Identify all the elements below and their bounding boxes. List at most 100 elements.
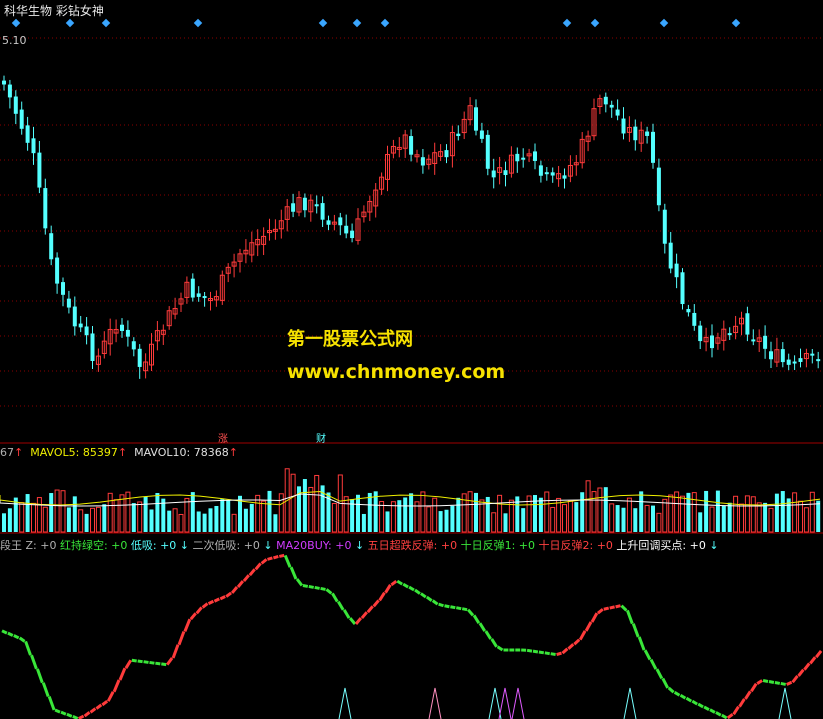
candle-down[interactable] [302,197,307,211]
volume-bar[interactable] [72,496,77,532]
volume-bar[interactable] [698,512,703,532]
candle-down[interactable] [621,118,626,134]
volume-bar[interactable] [90,507,95,533]
volume-bar[interactable] [521,508,526,532]
volume-bar[interactable] [816,500,821,532]
candle-down[interactable] [125,329,130,337]
volume-bar[interactable] [178,513,184,533]
candle-down[interactable] [550,172,555,176]
candle-down[interactable] [49,233,54,260]
signal-marker[interactable] [352,18,362,28]
candle-down[interactable] [680,272,685,305]
volume-bar[interactable] [19,502,25,533]
candle-down[interactable] [456,133,461,137]
volume-bar[interactable] [591,491,597,533]
volume-bar[interactable] [574,502,579,532]
volume-bar[interactable] [403,497,408,532]
event-finance-badge[interactable]: 财 [316,430,326,445]
event-rise-badge[interactable]: 涨 [218,430,228,445]
volume-bar[interactable] [385,511,390,532]
volume-bar[interactable] [149,509,154,532]
candle-down[interactable] [798,358,803,362]
volume-bar[interactable] [409,493,414,532]
volume-bar[interactable] [95,506,101,533]
volume-bar[interactable] [66,507,71,532]
candle-down[interactable] [533,151,537,161]
candle-down[interactable] [137,348,142,367]
volume-bar[interactable] [798,500,803,533]
candle-down[interactable] [656,167,661,206]
volume-bar[interactable] [709,506,715,533]
candle-down[interactable] [19,109,24,129]
volume-bar[interactable] [143,496,148,532]
volume-bar[interactable] [544,491,550,533]
volume-bar[interactable] [314,474,320,533]
candle-down[interactable] [344,225,349,234]
volume-bar[interactable] [107,492,113,533]
volume-bar[interactable] [102,504,107,532]
candle-down[interactable] [61,282,65,295]
candle-down[interactable] [751,339,756,342]
volume-bar[interactable] [615,505,620,532]
candle-down[interactable] [420,157,425,166]
candle-down[interactable] [474,107,478,131]
candle-down[interactable] [2,80,6,85]
volume-bar[interactable] [750,496,756,533]
volume-bar[interactable] [450,505,455,532]
candle-down[interactable] [479,130,484,139]
signal-marker[interactable] [731,18,741,28]
candle-down[interactable] [314,204,319,207]
signal-marker[interactable] [562,18,572,28]
volume-bar[interactable] [809,491,815,533]
candle-down[interactable] [202,296,207,299]
volume-bar[interactable] [768,507,774,533]
volume-bar[interactable] [780,491,785,532]
volume-bar[interactable] [367,492,372,532]
candle-down[interactable] [674,263,679,278]
volume-bar[interactable] [739,503,744,533]
volume-bar[interactable] [84,513,89,532]
volume-bar[interactable] [42,506,48,533]
volume-bar[interactable] [54,489,60,533]
candle-down[interactable] [686,309,691,313]
volume-bar[interactable] [343,496,349,533]
volume-bar[interactable] [662,498,668,533]
volume-bar[interactable] [497,494,503,533]
volume-bar[interactable] [744,495,750,533]
volume-bar[interactable] [137,501,143,533]
volume-bar[interactable] [763,502,768,532]
volume-bars[interactable] [0,468,821,533]
candle-down[interactable] [515,153,520,162]
volume-bar[interactable] [2,513,6,532]
candle-down[interactable] [190,278,195,298]
volume-bar[interactable] [243,508,248,532]
signal-marker[interactable] [65,18,75,28]
candle-down[interactable] [43,188,48,229]
volume-bar[interactable] [273,514,278,532]
volume-bar[interactable] [36,497,42,533]
volume-bar[interactable] [113,499,119,533]
volume-bar[interactable] [567,500,573,533]
volume-bar[interactable] [792,492,798,533]
candle-down[interactable] [13,96,18,114]
volume-bar[interactable] [184,497,190,533]
volume-bar[interactable] [167,510,172,532]
volume-bar[interactable] [603,487,608,532]
candle-down[interactable] [692,312,697,326]
candle-down[interactable] [84,326,89,336]
volume-bar[interactable] [432,497,438,533]
candle-down[interactable] [769,351,773,360]
volume-bar[interactable] [373,491,378,532]
candle-down[interactable] [645,131,650,136]
candle-down[interactable] [338,217,343,226]
volume-bar[interactable] [390,501,396,533]
volume-bar[interactable] [397,500,402,532]
volume-bar[interactable] [420,491,426,533]
signal-marker[interactable] [193,18,203,28]
volume-bar[interactable] [249,503,254,532]
signal-marker[interactable] [11,18,21,28]
volume-bar[interactable] [715,490,720,532]
candle-down[interactable] [727,333,732,336]
volume-bar[interactable] [290,473,296,533]
volume-bar[interactable] [231,513,237,533]
